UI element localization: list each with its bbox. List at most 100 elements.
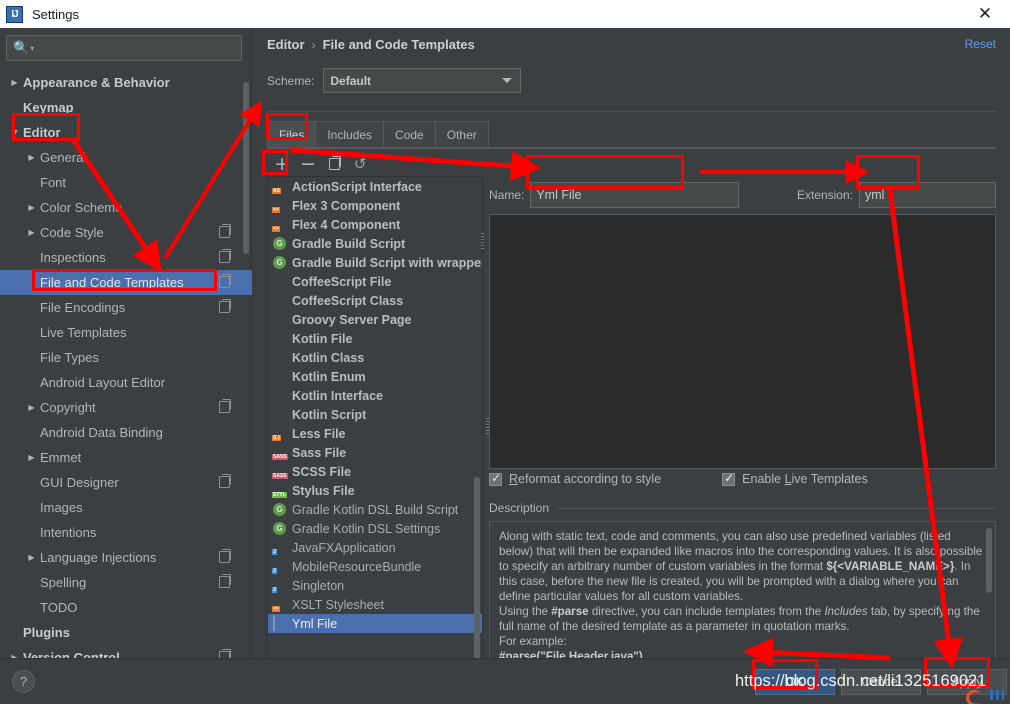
checkbox-icon xyxy=(722,471,736,486)
description-variable: ${<VARIABLE_NAME>} xyxy=(826,560,955,573)
live-templates-checkbox[interactable]: Enable Live Templates xyxy=(722,471,868,486)
list-item[interactable]: AS ActionScript Interface xyxy=(268,177,482,196)
breadcrumb-parent[interactable]: Editor xyxy=(267,37,305,52)
search-icon: 🔍 xyxy=(13,40,30,56)
list-item[interactable]: Yml File xyxy=(268,614,482,633)
sidebar-item-file-encodings[interactable]: File Encodings xyxy=(0,295,252,320)
list-item[interactable]: Kotlin Script xyxy=(268,405,482,424)
copy-template-button[interactable] xyxy=(322,153,346,175)
sidebar-item-font[interactable]: Font xyxy=(0,170,252,195)
sidebar-item-editor[interactable]: ▼ Editor xyxy=(0,120,252,145)
list-item[interactable]: G Gradle Build Script xyxy=(268,234,482,253)
chevron-right-icon[interactable]: ▶ xyxy=(25,228,38,237)
reset-template-button[interactable]: ↺ xyxy=(348,153,372,175)
sidebar-item-file-types[interactable]: File Types xyxy=(0,345,252,370)
sidebar-item-general[interactable]: ▶ General xyxy=(0,145,252,170)
list-item[interactable]: Kotlin Class xyxy=(268,348,482,367)
template-body-editor[interactable] xyxy=(489,214,996,469)
cancel-button[interactable]: Cancel xyxy=(841,669,921,695)
extension-input[interactable] xyxy=(859,182,996,208)
sidebar-item-live-templates[interactable]: Live Templates xyxy=(0,320,252,345)
reformat-label: RReformat according to styleeformat acco… xyxy=(509,472,662,486)
description-title: Description xyxy=(489,501,550,515)
list-item[interactable]: J Singleton xyxy=(268,576,482,595)
groovy-icon xyxy=(272,312,287,327)
copy-icon xyxy=(328,156,341,170)
chevron-right-icon[interactable]: ▶ xyxy=(25,453,38,462)
sidebar-item-copyright[interactable]: ▶ Copyright xyxy=(0,395,252,420)
sidebar-item-language-injections[interactable]: ▶ Language Injections xyxy=(0,545,252,570)
list-item[interactable]: {L} Less File xyxy=(268,424,482,443)
list-item[interactable]: Kotlin File xyxy=(268,329,482,348)
chevron-right-icon[interactable]: ▶ xyxy=(25,153,38,162)
sidebar-item-android-layout-editor[interactable]: Android Layout Editor xyxy=(0,370,252,395)
description-scrollbar[interactable] xyxy=(986,528,992,593)
sidebar-item-todo[interactable]: TODO xyxy=(0,595,252,620)
chevron-right-icon[interactable]: ▶ xyxy=(25,403,38,412)
add-template-button[interactable]: + xyxy=(270,153,294,175)
list-item[interactable]: <> XSLT Stylesheet xyxy=(268,595,482,614)
list-item[interactable]: SASS SCSS File xyxy=(268,462,482,481)
sidebar-item-keymap[interactable]: Keymap xyxy=(0,95,252,120)
breadcrumb-separator: › xyxy=(311,37,316,52)
chevron-right-icon[interactable]: ▶ xyxy=(25,203,38,212)
template-name: ActionScript Interface xyxy=(292,179,422,194)
sidebar-item-color-scheme[interactable]: ▶ Color Scheme xyxy=(0,195,252,220)
name-input[interactable] xyxy=(530,182,739,208)
scheme-row: Scheme: Default xyxy=(267,68,522,93)
apply-button[interactable]: Apply xyxy=(927,669,1007,695)
list-item[interactable]: Kotlin Interface xyxy=(268,386,482,405)
sidebar-scrollbar[interactable] xyxy=(243,82,249,254)
sidebar-item-code-style[interactable]: ▶ Code Style xyxy=(0,220,252,245)
list-item[interactable]: SASS Sass File xyxy=(268,443,482,462)
list-item[interactable]: CoffeeScript File xyxy=(268,272,482,291)
template-list[interactable]: AS ActionScript Interface <> Flex 3 Compone… xyxy=(267,176,483,663)
sidebar-item-file-and-code-templates[interactable]: File and Code Templates xyxy=(0,270,252,295)
list-item[interactable]: G Gradle Kotlin DSL Settings xyxy=(268,519,482,538)
list-item[interactable]: G Gradle Kotlin DSL Build Script xyxy=(268,500,482,519)
list-item[interactable]: STYL Stylus File xyxy=(268,481,482,500)
sidebar-item-appearance-behavior[interactable]: ▶ Appearance & Behavior xyxy=(0,70,252,95)
search-input[interactable] xyxy=(34,41,241,55)
sidebar-item-intentions[interactable]: Intentions xyxy=(0,520,252,545)
file-sass-icon: SASS xyxy=(272,473,288,479)
help-button[interactable]: ? xyxy=(12,670,35,693)
list-item[interactable]: J JavaFXApplication xyxy=(268,538,482,557)
remove-template-button[interactable]: − xyxy=(296,153,320,175)
sidebar-item-images[interactable]: Images xyxy=(0,495,252,520)
sidebar-item-android-data-binding[interactable]: Android Data Binding xyxy=(0,420,252,445)
list-item[interactable]: CoffeeScript Class xyxy=(268,291,482,310)
list-item[interactable]: G Gradle Build Script with wrapper xyxy=(268,253,482,272)
sidebar-item-spelling[interactable]: Spelling xyxy=(0,570,252,595)
template-tabs[interactable]: Files Includes Code Other xyxy=(267,121,489,147)
gradle-icon: G xyxy=(272,255,287,270)
editor-splitter[interactable] xyxy=(481,233,484,251)
tab-code[interactable]: Code xyxy=(383,121,436,147)
list-item[interactable]: Groovy Server Page xyxy=(268,310,482,329)
sidebar-item-gui-designer[interactable]: GUI Designer xyxy=(0,470,252,495)
scheme-dropdown[interactable]: Default xyxy=(323,68,522,93)
settings-tree[interactable]: ▶ Appearance & Behavior Keymap ▼ Editor ▶ Gene… xyxy=(0,70,252,683)
reformat-checkbox[interactable]: RReformat according to styleeformat acco… xyxy=(489,471,662,486)
chevron-right-icon[interactable]: ▶ xyxy=(25,553,38,562)
list-item[interactable]: <> Flex 4 Component xyxy=(268,215,482,234)
list-item[interactable]: <> Flex 3 Component xyxy=(268,196,482,215)
close-icon[interactable]: ✕ xyxy=(970,4,1000,24)
search-box[interactable]: 🔍 ▾ xyxy=(6,35,242,61)
tab-other[interactable]: Other xyxy=(434,121,489,147)
chevron-right-icon[interactable]: ▶ xyxy=(8,78,21,87)
chevron-down-icon[interactable]: ▼ xyxy=(8,128,21,137)
sidebar-item-label: Color Scheme xyxy=(40,200,123,215)
sidebar-item-inspections[interactable]: Inspections xyxy=(0,245,252,270)
template-list-toolbar: + − ↺ xyxy=(267,152,483,176)
list-item[interactable]: Kotlin Enum xyxy=(268,367,482,386)
sidebar-item-emmet[interactable]: ▶ Emmet xyxy=(0,445,252,470)
tab-includes[interactable]: Includes xyxy=(315,121,385,147)
reset-link[interactable]: Reset xyxy=(965,37,996,51)
template-list-scrollbar[interactable] xyxy=(474,477,480,661)
list-item[interactable]: J MobileResourceBundle xyxy=(268,557,482,576)
sidebar-item-plugins[interactable]: Plugins xyxy=(0,620,252,645)
sidebar-item-label: Code Style xyxy=(40,225,104,240)
tab-files[interactable]: Files xyxy=(267,121,317,147)
ok-button[interactable]: OK xyxy=(755,669,835,695)
